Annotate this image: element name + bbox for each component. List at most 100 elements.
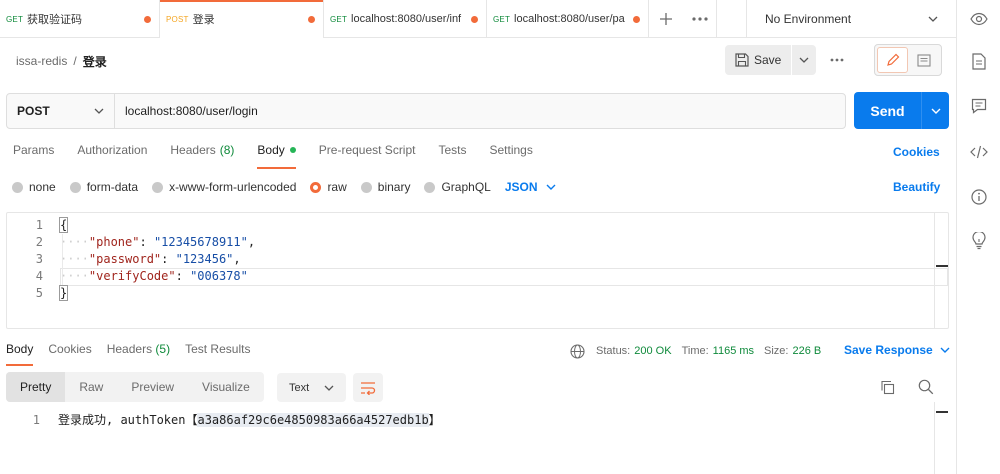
headers-count: (8) xyxy=(219,143,235,157)
body-type-selector: none form-data x-www-form-urlencoded raw… xyxy=(12,179,556,195)
json-value: "006378" xyxy=(190,269,248,283)
wrap-lines-button[interactable] xyxy=(353,373,383,402)
doc-mode-button[interactable] xyxy=(908,47,939,73)
json-value: "123456" xyxy=(175,252,234,266)
body-type-form-data[interactable]: form-data xyxy=(69,180,138,194)
tabs-more-button[interactable] xyxy=(683,0,717,37)
response-text: 登录成功, authToken【 xyxy=(58,413,198,427)
response-status[interactable]: Status: 200 OK xyxy=(596,345,672,357)
json-open-brace: { xyxy=(58,217,69,233)
status-value: 200 OK xyxy=(634,345,672,357)
tab-headers-label: Headers xyxy=(170,143,216,157)
search-icon[interactable] xyxy=(918,379,934,395)
save-button[interactable]: Save xyxy=(725,45,793,75)
body-type-graphql[interactable]: GraphQL xyxy=(424,180,491,194)
beautify-link[interactable]: Beautify xyxy=(893,180,940,194)
new-tab-button[interactable] xyxy=(649,0,683,37)
radio-icon xyxy=(424,181,436,193)
send-options-button[interactable] xyxy=(922,92,949,129)
json-value: "12345678911" xyxy=(153,235,248,249)
environment-label: No Environment xyxy=(765,12,852,26)
request-body-editor[interactable]: 1 2 3 4 5 { ····"phone": "12345678911", … xyxy=(6,212,949,329)
tab-name: 登录 xyxy=(192,14,215,26)
save-response-label: Save Response xyxy=(844,343,933,357)
body-type-label: GraphQL xyxy=(441,180,491,194)
body-type-raw[interactable]: raw xyxy=(310,180,347,194)
editor-code: { ····"phone": "12345678911", ····"passw… xyxy=(58,217,255,302)
json-trail: , xyxy=(247,235,256,249)
doc-panel-icon xyxy=(916,53,931,67)
radio-icon xyxy=(12,181,23,193)
chevron-down-icon xyxy=(546,184,556,190)
breadcrumb-request[interactable]: 登录 xyxy=(83,53,107,70)
tab-post-login[interactable]: POST 登录 xyxy=(160,0,324,38)
code-line: ····"password": "123456", xyxy=(60,251,255,268)
save-options-button[interactable] xyxy=(792,45,816,75)
body-type-none[interactable]: none xyxy=(12,180,56,194)
body-type-label: x-www-form-urlencoded xyxy=(169,180,297,194)
tab-get-user-page[interactable]: GET localhost:8080/user/pa xyxy=(487,0,649,38)
tab-body[interactable]: Body xyxy=(257,143,297,169)
line-number: 5 xyxy=(35,286,43,300)
more-horizontal-icon xyxy=(830,58,844,62)
tab-tests[interactable]: Tests xyxy=(438,143,466,169)
line-number: 4 xyxy=(35,269,43,283)
json-close-brace: } xyxy=(58,285,69,301)
json-colon: : xyxy=(161,252,176,266)
tab-settings[interactable]: Settings xyxy=(490,143,533,169)
send-button[interactable]: Send xyxy=(854,92,922,129)
editor-scrollbar[interactable] xyxy=(934,213,949,328)
raw-language-select[interactable]: JSON xyxy=(505,180,556,194)
wrap-lines-icon xyxy=(361,381,376,395)
tab-body-label: Body xyxy=(257,143,285,157)
response-body[interactable]: 登录成功, authToken【a3a86af29c6e4850983a66a4… xyxy=(58,412,441,429)
info-icon[interactable] xyxy=(970,188,988,206)
body-type-urlencoded[interactable]: x-www-form-urlencoded xyxy=(152,180,296,194)
code-icon[interactable] xyxy=(970,143,988,161)
tab-response-body[interactable]: Body xyxy=(6,342,34,366)
comments-icon[interactable] xyxy=(970,97,988,115)
tab-get-user-info[interactable]: GET localhost:8080/user/inf xyxy=(324,0,487,38)
edit-mode-button[interactable] xyxy=(877,47,908,73)
tab-params[interactable]: Params xyxy=(13,143,54,169)
body-type-binary[interactable]: binary xyxy=(360,180,410,194)
response-time[interactable]: Time: 1165 ms xyxy=(682,345,754,357)
request-more-button[interactable] xyxy=(826,52,848,68)
tab-test-results[interactable]: Test Results xyxy=(185,342,250,366)
response-format-select[interactable]: Text xyxy=(277,373,346,402)
response-format-label: Text xyxy=(289,381,310,394)
view-preview-button[interactable]: Preview xyxy=(117,372,188,402)
view-raw-button[interactable]: Raw xyxy=(65,372,117,402)
eye-icon[interactable] xyxy=(970,10,988,28)
response-size[interactable]: Size: 226 B xyxy=(764,345,821,357)
chevron-down-icon xyxy=(799,57,809,63)
cookies-link[interactable]: Cookies xyxy=(893,145,940,159)
tab-response-headers-label: Headers xyxy=(106,342,153,356)
tab-prerequest-script[interactable]: Pre-request Script xyxy=(319,143,416,169)
view-pretty-button[interactable]: Pretty xyxy=(6,372,66,402)
editor-line-numbers: 1 2 3 4 5 xyxy=(7,217,43,302)
request-tabs: Params Authorization Headers (8) Body Pr… xyxy=(13,143,556,169)
environment-selector[interactable]: No Environment xyxy=(746,0,956,38)
tab-response-cookies[interactable]: Cookies xyxy=(48,342,91,366)
chevron-down-icon xyxy=(928,16,938,22)
save-response-button[interactable]: Save Response xyxy=(844,343,950,357)
tab-get-verify-code[interactable]: GET 获取验证码 xyxy=(0,0,160,38)
method-select[interactable]: POST xyxy=(7,94,115,128)
tab-authorization[interactable]: Authorization xyxy=(77,143,147,169)
radio-icon xyxy=(360,181,372,193)
lightbulb-icon[interactable] xyxy=(970,232,988,250)
copy-icon[interactable] xyxy=(880,380,895,395)
url-input[interactable] xyxy=(115,94,845,128)
json-key: "phone" xyxy=(88,235,140,249)
documentation-icon[interactable] xyxy=(970,52,988,70)
code-line: ····"verifyCode": "006378" xyxy=(60,268,255,285)
chevron-down-icon xyxy=(940,347,950,353)
view-visualize-button[interactable]: Visualize xyxy=(188,372,264,402)
code-line: ····"phone": "12345678911", xyxy=(60,234,255,251)
tab-headers[interactable]: Headers (8) xyxy=(170,143,234,169)
tab-response-headers[interactable]: Headers (5) xyxy=(107,342,170,366)
breadcrumb-collection[interactable]: issa-redis xyxy=(16,54,67,68)
globe-icon[interactable] xyxy=(570,343,585,359)
tab-method: GET xyxy=(493,14,511,24)
